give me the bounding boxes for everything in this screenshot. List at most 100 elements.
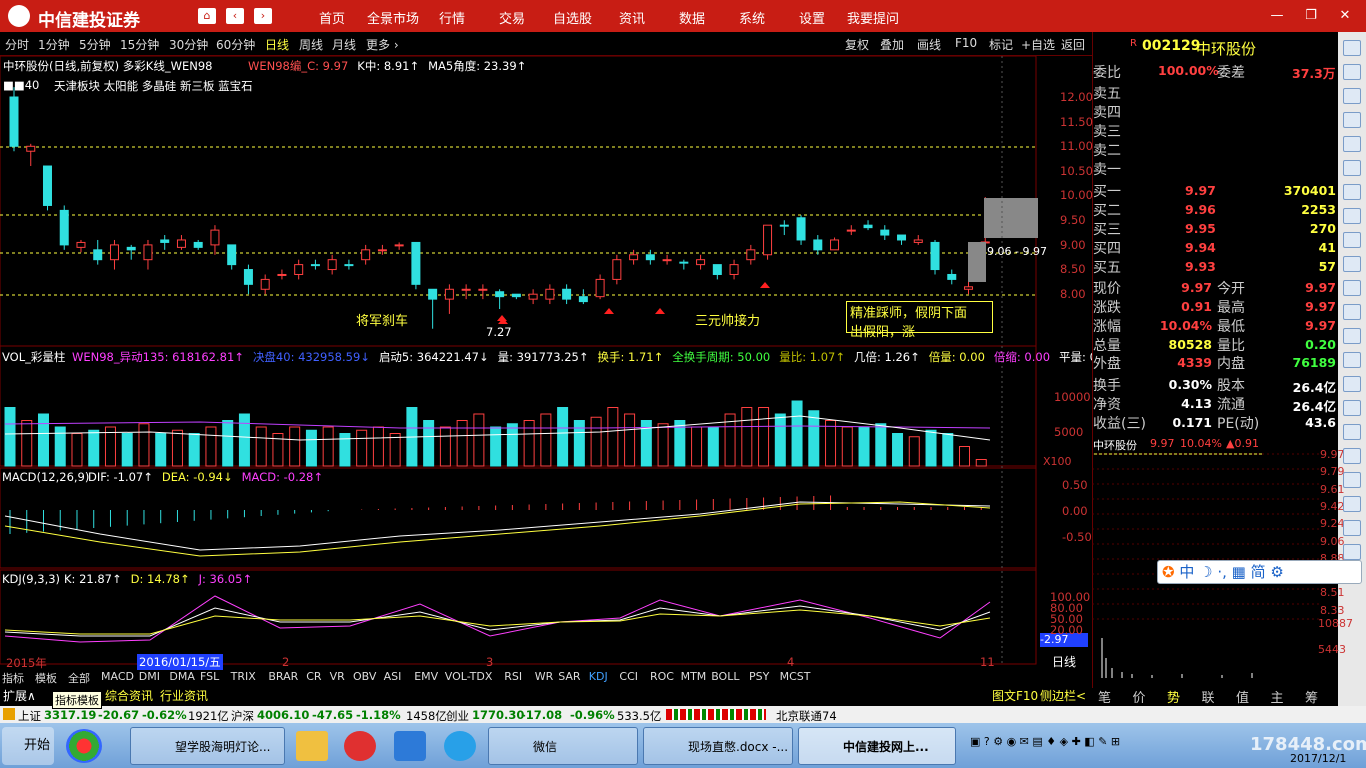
indicator-tab-macd[interactable]: MACD xyxy=(101,670,138,683)
price-tick[interactable]: 9.50 xyxy=(1060,213,1086,227)
draw-button[interactable]: 画线 xyxy=(917,36,941,53)
indicator-tab-sar[interactable]: SAR xyxy=(558,670,588,683)
sidebar-tool-icon[interactable] xyxy=(1343,88,1361,104)
price-tick[interactable]: 8.50 xyxy=(1060,262,1086,276)
back-icon[interactable]: ‹ xyxy=(226,8,244,24)
sidebar-tool-icon[interactable] xyxy=(1343,376,1361,392)
period-daily[interactable]: 日线 xyxy=(265,36,289,53)
industry-link[interactable]: 行业资讯 xyxy=(160,687,208,704)
sidebar-tool-icon[interactable] xyxy=(1343,280,1361,296)
sidebar-tool-icon[interactable] xyxy=(1343,328,1361,344)
price-tick[interactable]: 8.00 xyxy=(1060,287,1086,301)
home-icon[interactable]: ⌂ xyxy=(198,8,216,24)
menu-trade[interactable]: 交易 xyxy=(499,8,525,27)
indicator-tab-mcst[interactable]: MCST xyxy=(780,670,817,683)
period-1min[interactable]: 1分钟 xyxy=(38,36,70,53)
period-30min[interactable]: 30分钟 xyxy=(169,36,208,53)
quote-tab[interactable]: 主 xyxy=(1271,687,1284,706)
task-word[interactable]: 现场直憋.docx -... xyxy=(643,727,793,765)
indicator-tab-vol-tdx[interactable]: VOL-TDX xyxy=(445,670,503,683)
period-more[interactable]: 更多 › xyxy=(366,36,399,53)
folder-icon[interactable] xyxy=(296,731,328,761)
indicator-tab-fsl[interactable]: FSL xyxy=(200,670,230,683)
media-icon[interactable] xyxy=(344,731,376,761)
period-15min[interactable]: 15分钟 xyxy=(120,36,159,53)
mark-button[interactable]: 标记 xyxy=(989,36,1013,53)
menu-news[interactable]: 资讯 xyxy=(619,8,645,27)
return-button[interactable]: 返回 xyxy=(1061,36,1085,53)
indicator-tab-全部[interactable]: 全部 xyxy=(68,670,100,686)
f10-button[interactable]: F10 xyxy=(955,36,977,50)
price-tick[interactable]: 11.50 xyxy=(1060,115,1093,129)
app-icon-launcher[interactable] xyxy=(66,729,102,763)
sidebar-tool-icon[interactable] xyxy=(1343,184,1361,200)
sidebar-tool-icon[interactable] xyxy=(1343,160,1361,176)
quote-tab[interactable]: 势 xyxy=(1167,687,1180,706)
indicator-tab-psy[interactable]: PSY xyxy=(749,670,779,683)
sidebar-tool-icon[interactable] xyxy=(1343,496,1361,512)
sidebar-tool-icon[interactable] xyxy=(1343,304,1361,320)
menu-ask[interactable]: 我要提问 xyxy=(847,8,899,27)
menu-data[interactable]: 数据 xyxy=(679,8,705,27)
add-watchlist-button[interactable]: +自选 xyxy=(1021,36,1055,53)
indicator-tab-emv[interactable]: EMV xyxy=(414,670,444,683)
period-tick[interactable]: 分时 xyxy=(5,36,29,53)
indicator-tab-boll[interactable]: BOLL xyxy=(711,670,748,683)
start-button[interactable]: 开始 xyxy=(2,727,54,765)
period-60min[interactable]: 60分钟 xyxy=(216,36,255,53)
indicator-tab-dma[interactable]: DMA xyxy=(169,670,199,683)
menu-home[interactable]: 首页 xyxy=(319,8,345,27)
sidebar-tool-icon[interactable] xyxy=(1343,232,1361,248)
maximize-icon[interactable]: ❐ xyxy=(1302,7,1320,25)
price-tick[interactable]: 11.00 xyxy=(1060,139,1093,153)
close-icon[interactable]: ✕ xyxy=(1336,7,1354,25)
overlay-button[interactable]: 叠加 xyxy=(880,36,904,53)
ime-toolbar[interactable]: ✪ 中 ☽ ·, ▦ 简 ⚙ xyxy=(1157,560,1362,584)
sidebar-toggle[interactable]: 侧边栏< xyxy=(1040,687,1086,704)
menu-market[interactable]: 全景市场 xyxy=(367,8,419,27)
sidebar-tool-icon[interactable] xyxy=(1343,208,1361,224)
sidebar-tool-icon[interactable] xyxy=(1343,256,1361,272)
indicator-tab-cr[interactable]: CR xyxy=(306,670,328,683)
indicator-tab-obv[interactable]: OBV xyxy=(353,670,383,683)
play-icon[interactable] xyxy=(394,731,426,761)
task-wechat[interactable]: 微信 xyxy=(488,727,638,765)
browser-icon[interactable] xyxy=(444,731,476,761)
sidebar-tool-icon[interactable] xyxy=(1343,400,1361,416)
price-tick[interactable]: 12.00 xyxy=(1060,90,1093,104)
quote-tab[interactable]: 筹 xyxy=(1305,687,1318,706)
indicator-tab-vr[interactable]: VR xyxy=(330,670,352,683)
sidebar-tool-icon[interactable] xyxy=(1343,40,1361,56)
menu-settings[interactable]: 设置 xyxy=(799,8,825,27)
sidebar-tool-icon[interactable] xyxy=(1343,64,1361,80)
indicator-tab-brar[interactable]: BRAR xyxy=(268,670,305,683)
period-5min[interactable]: 5分钟 xyxy=(79,36,111,53)
period-weekly[interactable]: 周线 xyxy=(299,36,323,53)
indicator-tab-cci[interactable]: CCI xyxy=(619,670,649,683)
forward-icon[interactable]: › xyxy=(254,8,272,24)
indicator-tab-rsi[interactable]: RSI xyxy=(504,670,534,683)
menu-quotes[interactable]: 行情 xyxy=(439,8,465,27)
price-tick[interactable]: 9.00 xyxy=(1060,238,1086,252)
price-tick[interactable]: 10.50 xyxy=(1060,164,1093,178)
quote-tab[interactable]: 笔 xyxy=(1098,687,1111,706)
indicator-tab-模板[interactable]: 模板 xyxy=(35,670,67,686)
f10-link[interactable]: 图文F10 xyxy=(992,687,1038,704)
expand-button[interactable]: 扩展∧ xyxy=(3,687,36,704)
task-zxjt[interactable]: 中信建投网上... xyxy=(798,727,956,765)
sidebar-tool-icon[interactable] xyxy=(1343,472,1361,488)
indicator-tab-roc[interactable]: ROC xyxy=(650,670,680,683)
task-wangxue[interactable]: 望学股海明灯论... xyxy=(130,727,285,765)
indicator-tab-kdj[interactable]: KDJ xyxy=(589,670,619,683)
indicator-tab-dmi[interactable]: DMI xyxy=(139,670,169,683)
period-monthly[interactable]: 月线 xyxy=(332,36,356,53)
sidebar-tool-icon[interactable] xyxy=(1343,112,1361,128)
sidebar-tool-icon[interactable] xyxy=(1343,448,1361,464)
indicator-tab-指标[interactable]: 指标 xyxy=(2,670,34,686)
sidebar-tool-icon[interactable] xyxy=(1343,136,1361,152)
adjust-button[interactable]: 复权 xyxy=(845,36,869,53)
indicator-tab-wr[interactable]: WR xyxy=(535,670,557,683)
sidebar-tool-icon[interactable] xyxy=(1343,520,1361,536)
indicator-tab-asi[interactable]: ASI xyxy=(384,670,414,683)
quote-tab[interactable]: 值 xyxy=(1236,687,1249,706)
